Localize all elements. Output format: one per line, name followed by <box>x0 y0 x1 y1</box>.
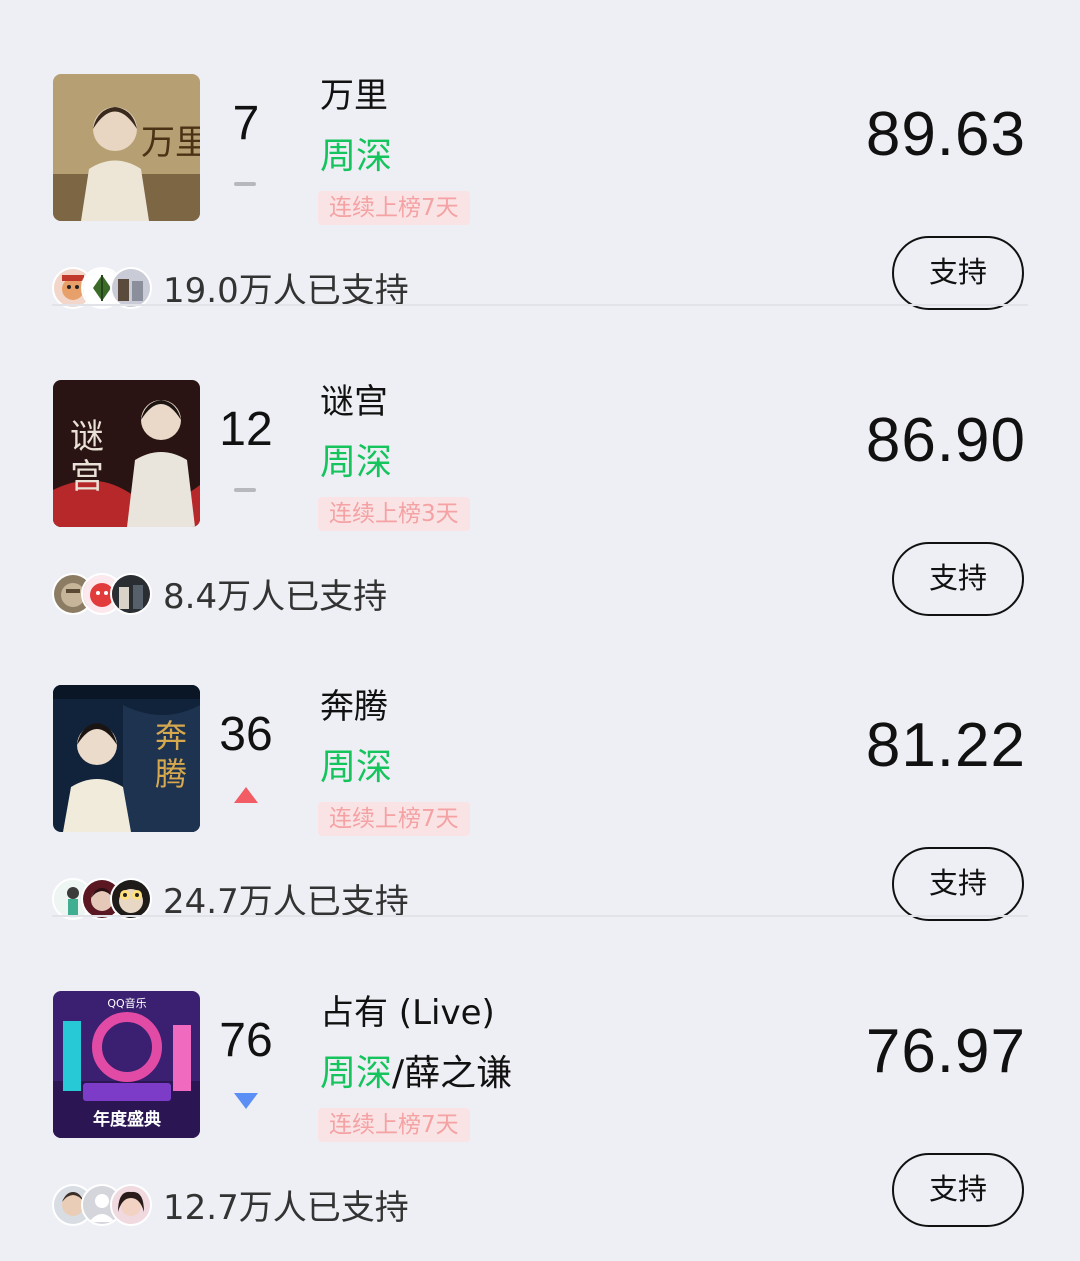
trend-down-icon <box>232 1089 260 1113</box>
rank-number: 76 <box>219 1014 273 1067</box>
support-button[interactable]: 支持 <box>892 1153 1024 1227</box>
streak-badge: 连续上榜3天 <box>318 497 470 531</box>
rank-number: 36 <box>219 708 273 761</box>
svg-text:QQ音乐: QQ音乐 <box>107 996 146 1010</box>
trend-up-icon <box>232 783 260 807</box>
rank-number: 12 <box>219 403 273 456</box>
artist-name[interactable]: 周深/薛之谦 <box>320 1053 512 1095</box>
trend-flat-icon <box>232 478 260 502</box>
chart-entry[interactable]: 奔 腾 36 奔腾 周深 连续上榜7天 81.22 24.7万人已支持 支持 <box>0 611 1080 922</box>
album-cover[interactable]: QQ音乐 年度盛典 <box>53 991 200 1138</box>
album-cover[interactable]: 万里 <box>53 74 200 221</box>
song-title[interactable]: 谜宫 <box>320 382 388 422</box>
supporter-avatars <box>52 1184 152 1226</box>
avatar <box>110 267 152 309</box>
avatar <box>110 878 152 920</box>
support-button[interactable]: 支持 <box>892 847 1024 921</box>
artist-name[interactable]: 周深 <box>320 136 392 178</box>
score-value: 76.97 <box>865 1017 1026 1086</box>
svg-text:宫: 宫 <box>70 457 104 497</box>
support-button[interactable]: 支持 <box>892 542 1024 616</box>
supporter-avatars <box>52 573 152 615</box>
rank-number: 7 <box>232 97 260 150</box>
song-title[interactable]: 万里 <box>320 76 388 116</box>
song-title[interactable]: 占有 (Live) <box>320 993 495 1033</box>
score-value: 86.90 <box>865 406 1026 475</box>
chart-entry[interactable]: QQ音乐 年度盛典 76 占有 (Live) 周深/薛之谦 连续上榜7天 76.… <box>0 917 1080 1228</box>
support-button[interactable]: 支持 <box>892 236 1024 310</box>
score-value: 89.63 <box>865 100 1026 169</box>
svg-text:腾: 腾 <box>155 755 187 793</box>
score-value: 81.22 <box>865 711 1026 780</box>
avatar <box>110 1184 152 1226</box>
supporter-avatars <box>52 878 152 920</box>
album-cover[interactable]: 谜 宫 <box>53 380 200 527</box>
trend-flat-icon <box>232 172 260 196</box>
svg-text:年度盛典: 年度盛典 <box>93 1109 161 1130</box>
album-cover[interactable]: 奔 腾 <box>53 685 200 832</box>
streak-badge: 连续上榜7天 <box>318 1108 470 1142</box>
artist-name[interactable]: 周深 <box>320 442 392 484</box>
streak-badge: 连续上榜7天 <box>318 191 470 225</box>
supporter-avatars <box>52 267 152 309</box>
supporter-count: 12.7万人已支持 <box>163 1188 409 1228</box>
chart-entry[interactable]: 万里 7 万里 周深 连续上榜7天 89.63 19.0万人已支持 支持 <box>0 0 1080 311</box>
chart-entry[interactable]: 谜 宫 12 谜宫 周深 连续上榜3天 86.90 8.4万人已支持 支持 <box>0 306 1080 617</box>
artist-name-other[interactable]: /薛之谦 <box>392 1053 512 1094</box>
svg-text:奔: 奔 <box>155 717 187 755</box>
svg-text:万里: 万里 <box>141 123 200 163</box>
streak-badge: 连续上榜7天 <box>318 802 470 836</box>
artist-name[interactable]: 周深 <box>320 747 392 789</box>
song-title[interactable]: 奔腾 <box>320 687 388 727</box>
avatar <box>110 573 152 615</box>
svg-text:谜: 谜 <box>70 417 104 457</box>
